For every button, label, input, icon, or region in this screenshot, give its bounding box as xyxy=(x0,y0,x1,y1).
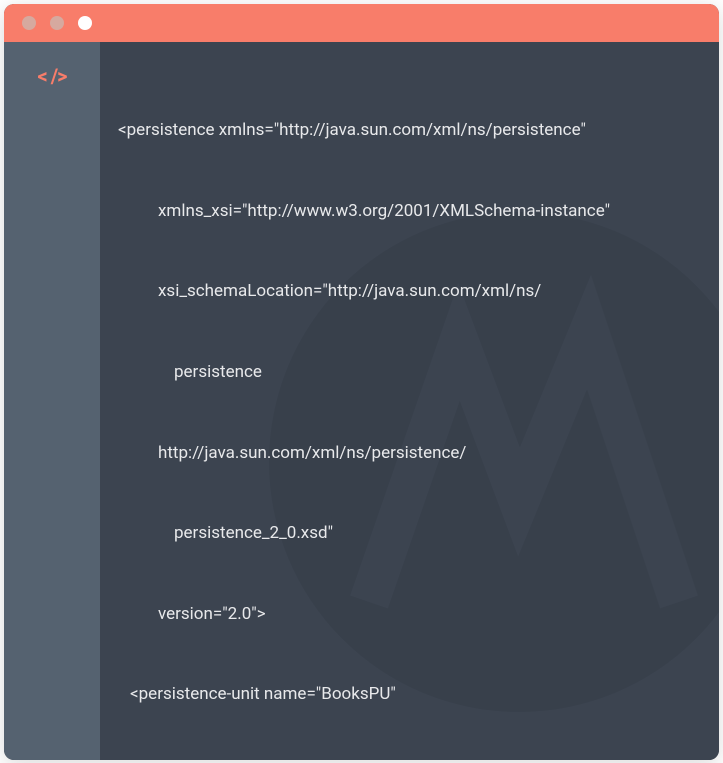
code-line: <persistence xmlns="http://java.sun.com/… xyxy=(118,117,701,144)
code-icon: < /> xyxy=(38,64,67,760)
code-block: <persistence xmlns="http://java.sun.com/… xyxy=(118,64,701,760)
code-line: persistence xyxy=(118,359,701,386)
code-line: version="2.0"> xyxy=(118,601,701,628)
window-titlebar xyxy=(4,4,719,42)
editor-pane: <persistence xmlns="http://java.sun.com/… xyxy=(100,42,719,760)
window-dot-1 xyxy=(22,16,36,30)
code-window: < /> <persistence xmlns="http://java.sun… xyxy=(4,4,719,760)
window-dot-2 xyxy=(50,16,64,30)
sidebar: < /> xyxy=(4,42,100,760)
code-line: persistence_2_0.xsd" xyxy=(118,520,701,547)
code-line: <persistence-unit name="BooksPU" xyxy=(118,681,701,708)
code-line: xsi_schemaLocation="http://java.sun.com/… xyxy=(118,278,701,305)
code-line: http://java.sun.com/xml/ns/persistence/ xyxy=(118,440,701,467)
code-line: xmlns_xsi="http://www.w3.org/2001/XMLSch… xyxy=(118,198,701,225)
window-dot-3 xyxy=(78,16,92,30)
window-body: < /> <persistence xmlns="http://java.sun… xyxy=(4,42,719,760)
